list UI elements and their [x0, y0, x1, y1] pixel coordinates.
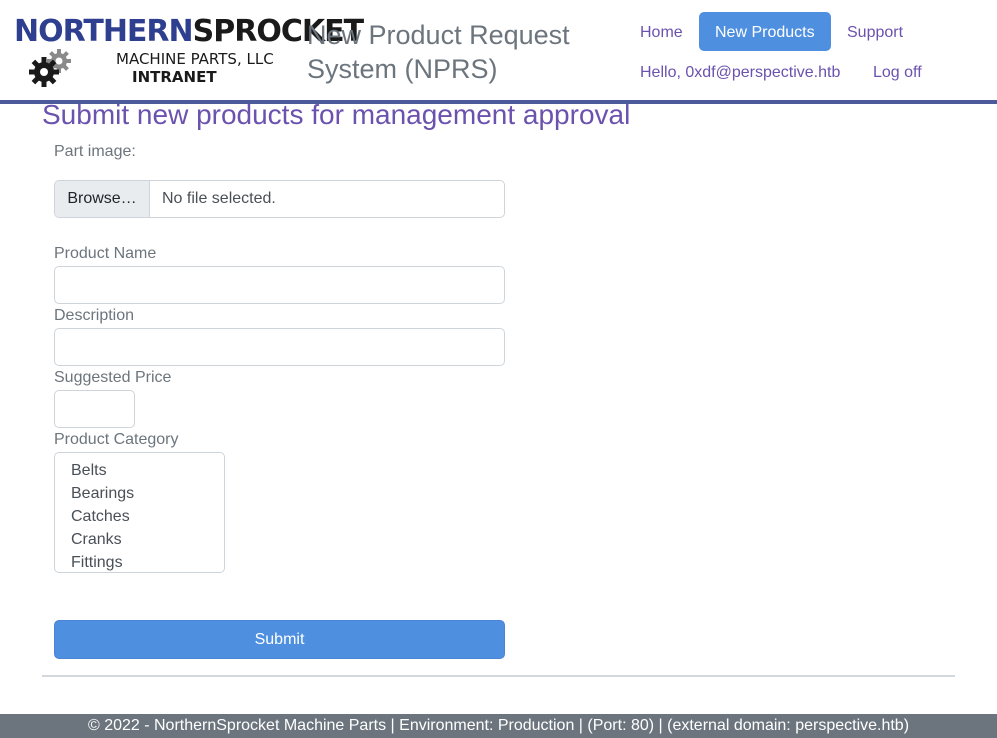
company-logo[interactable]: NORTHERNSPROCKET MACHINE PARTS, LLC INTR…	[14, 14, 364, 90]
description-label: Description	[54, 307, 135, 324]
part-image-file-input[interactable]: Browse… No file selected.	[54, 180, 505, 218]
product-category-label: Product Category	[54, 431, 179, 448]
logo-intranet: INTRANET	[132, 68, 217, 86]
log-off-link[interactable]: Log off	[873, 63, 922, 83]
file-status-text: No file selected.	[162, 190, 276, 207]
category-option[interactable]: Fittings	[71, 553, 123, 572]
product-category-listbox[interactable]: Belts Bearings Catches Cranks Fittings	[54, 452, 225, 573]
gear-icon	[29, 57, 59, 87]
nav-home-link[interactable]: Home	[640, 23, 683, 43]
category-option[interactable]: Bearings	[71, 484, 134, 504]
part-image-label: Part image:	[54, 143, 136, 160]
product-name-label: Product Name	[54, 245, 157, 262]
user-greeting-link[interactable]: Hello, 0xdf@perspective.htb	[640, 63, 840, 83]
browse-button[interactable]: Browse…	[55, 181, 150, 217]
site-header: NORTHERNSPROCKET MACHINE PARTS, LLC INTR…	[0, 0, 997, 104]
category-option[interactable]: Catches	[71, 507, 130, 527]
nav-support-link[interactable]: Support	[847, 23, 903, 43]
site-footer: © 2022 - NorthernSprocket Machine Parts …	[0, 714, 997, 738]
logo-subtitle: MACHINE PARTS, LLC	[116, 50, 274, 68]
divider	[42, 675, 955, 677]
category-option[interactable]: Cranks	[71, 530, 122, 550]
category-option[interactable]: Belts	[71, 461, 107, 481]
submit-button[interactable]: Submit	[54, 620, 505, 659]
nav-new-products-label: New Products	[715, 24, 815, 41]
app-title: New Product Request System (NPRS)	[307, 20, 570, 84]
suggested-price-input[interactable]	[54, 390, 135, 428]
suggested-price-label: Suggested Price	[54, 369, 172, 386]
nav-new-products-link[interactable]: New Products	[699, 12, 831, 51]
footer-text: © 2022 - NorthernSprocket Machine Parts …	[87, 717, 910, 734]
description-input[interactable]	[54, 328, 505, 366]
page-heading: Submit new products for management appro…	[42, 99, 631, 130]
product-name-input[interactable]	[54, 266, 505, 304]
